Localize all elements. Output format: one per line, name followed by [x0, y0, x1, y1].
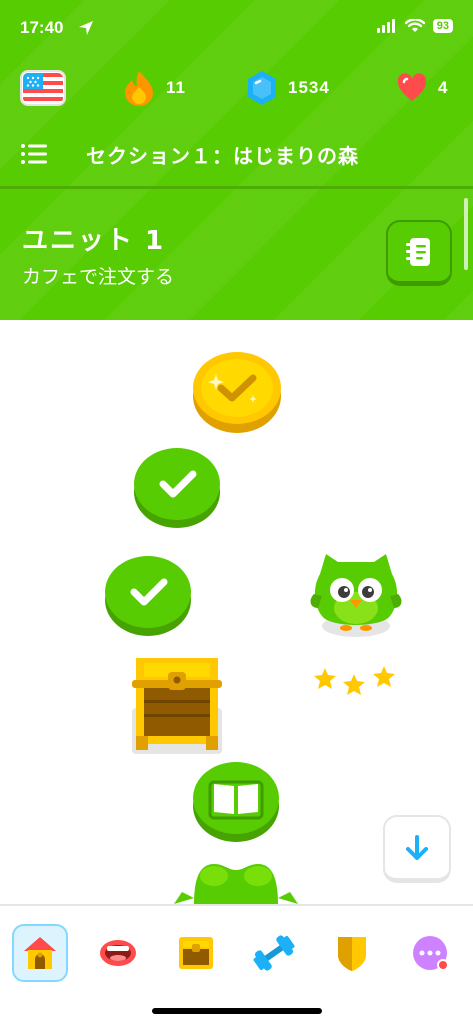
status-time: 17:40 [20, 18, 64, 37]
flame-icon [125, 71, 153, 106]
lesson-node-completed-1[interactable] [133, 446, 221, 534]
checkmark-lesson-icon [105, 556, 191, 636]
shield-icon [338, 937, 366, 971]
status-bar: 17:40 93 [0, 0, 473, 56]
mascot-stars [312, 664, 402, 700]
bottom-tab-bar [0, 904, 473, 1024]
treasure-chest-node[interactable] [130, 652, 224, 760]
scroll-indicator [464, 198, 468, 270]
header-divider [0, 186, 473, 189]
book-lesson-icon [193, 762, 279, 842]
lesson-node-completed-2[interactable] [104, 554, 192, 642]
language-switcher[interactable] [20, 66, 66, 110]
wifi-icon [404, 19, 425, 32]
owl-mascot-icon [310, 554, 402, 637]
treasure-chest-icon [132, 658, 222, 754]
story-node-current[interactable] [192, 760, 280, 848]
tab-speaking[interactable] [90, 924, 146, 982]
frog-character-icon [174, 864, 298, 904]
home-icon [24, 937, 56, 969]
duo-owl-mascot [308, 544, 404, 644]
gems-count: 1534 [288, 78, 330, 97]
unit-title: ユニット 1 [22, 226, 166, 256]
tab-leagues[interactable] [324, 924, 380, 982]
streak-count: 11 [166, 78, 186, 97]
gem-icon [248, 71, 276, 105]
us-flag-icon [20, 70, 66, 106]
signal-icon [376, 19, 395, 33]
three-stars-icon [314, 666, 395, 695]
header: 17:40 93 11 1534 4 セクション１：はじまりの森 ユニット 1 … [0, 0, 473, 320]
section-header[interactable]: セクション１：はじまりの森 [0, 130, 473, 176]
gems-counter[interactable]: 1534 [246, 66, 330, 110]
guidebook-button[interactable] [386, 220, 452, 286]
chest-icon [179, 937, 213, 969]
dumbbell-icon [253, 935, 295, 971]
arrow-down-icon [406, 834, 428, 860]
section-title: セクション１：はじまりの森 [86, 144, 359, 168]
notebook-icon [406, 237, 430, 266]
status-icons: 93 [376, 19, 453, 33]
tab-treasure[interactable] [168, 924, 224, 982]
battery-indicator: 93 [432, 19, 453, 33]
checkmark-lesson-icon [134, 448, 220, 528]
streak-counter[interactable]: 11 [122, 66, 186, 110]
hearts-counter[interactable]: 4 [396, 66, 448, 110]
location-arrow-icon [79, 21, 93, 35]
unit-subtitle: カフェで注文する [22, 266, 175, 288]
hearts-count: 4 [438, 78, 449, 97]
home-indicator [152, 1008, 322, 1014]
more-icon [413, 936, 449, 971]
tab-practice[interactable] [246, 924, 302, 982]
legendary-coin-node[interactable] [192, 350, 282, 438]
mouth-icon [100, 940, 136, 966]
stats-row: 11 1534 4 [0, 66, 473, 110]
tab-more[interactable] [402, 924, 458, 982]
list-menu-icon[interactable] [20, 142, 48, 166]
scroll-down-button[interactable] [383, 815, 451, 883]
heart-icon [397, 73, 427, 101]
character-node[interactable] [172, 858, 300, 908]
tab-home[interactable] [12, 924, 68, 982]
gold-coin-icon [193, 352, 281, 433]
